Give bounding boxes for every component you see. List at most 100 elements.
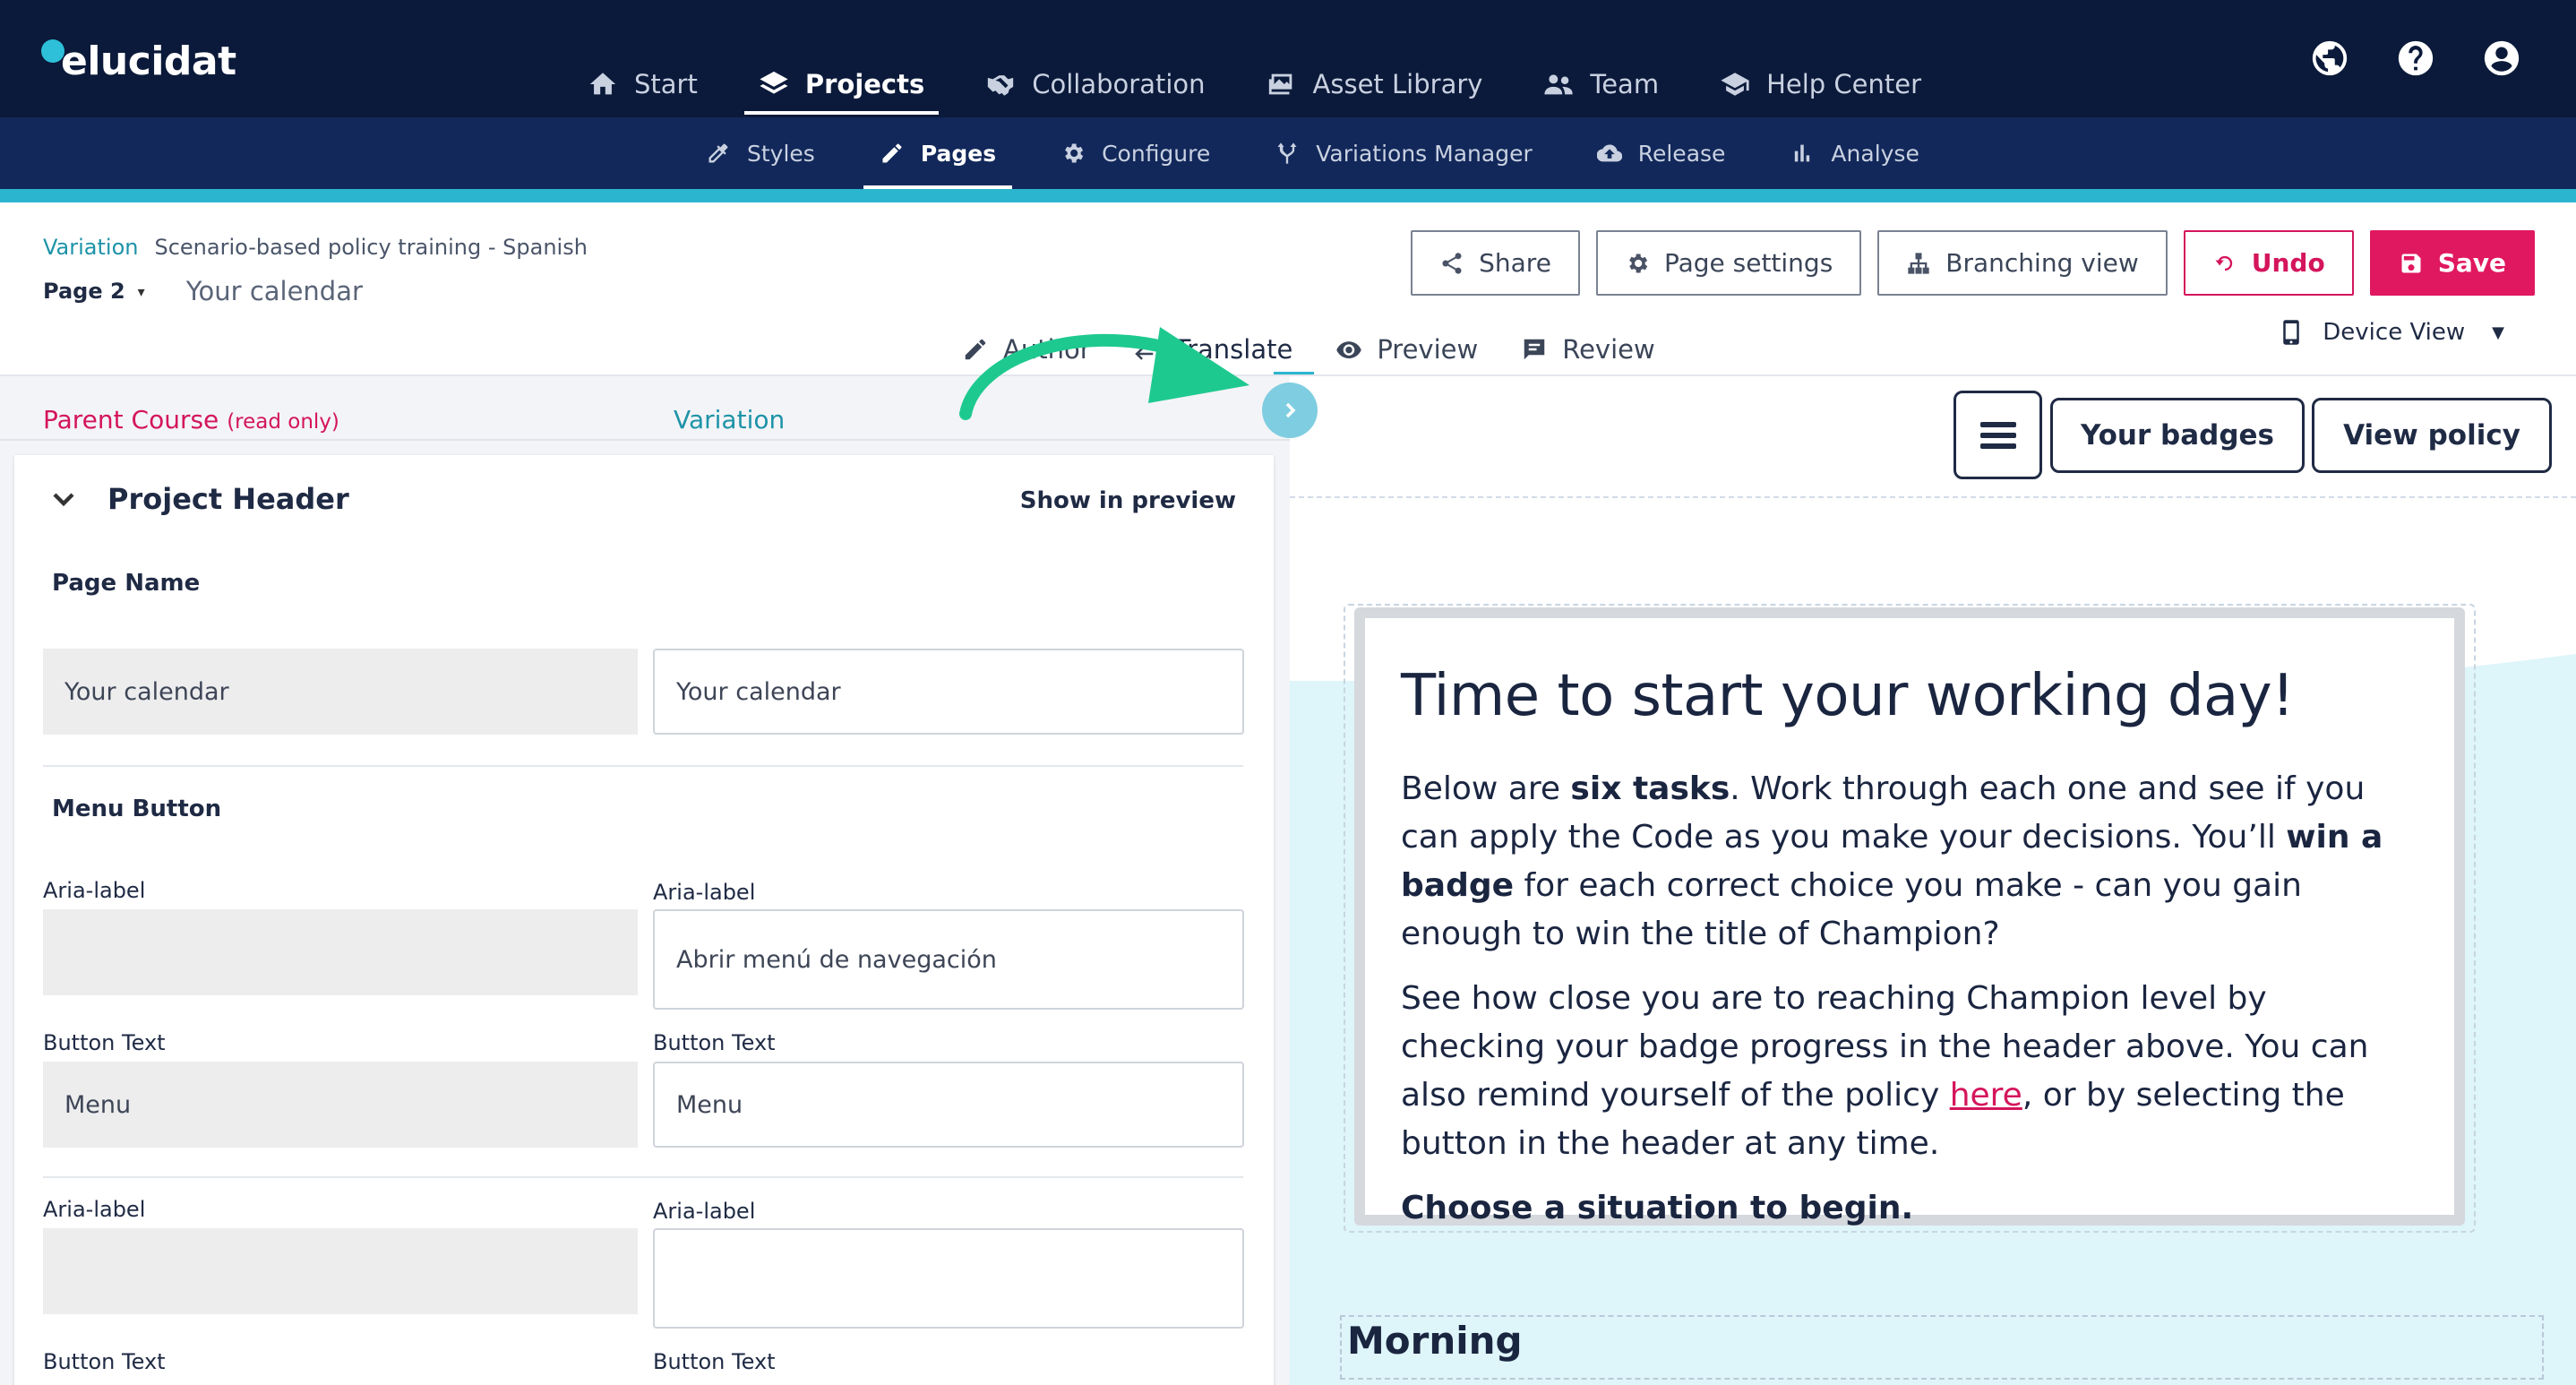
device-view-select[interactable]: Device View ▼: [2280, 319, 2504, 346]
course-name: Scenario-based policy training - Spanish: [154, 235, 588, 260]
save-button[interactable]: Save: [2369, 230, 2535, 296]
button-text-label: Button Text: [653, 1030, 776, 1055]
nav-collaboration[interactable]: Collaboration: [971, 54, 1219, 115]
cloud-upload-icon: [1596, 144, 1622, 162]
morning-heading: Morning: [1347, 1319, 1523, 1363]
collapse-pane-button[interactable]: [1262, 383, 1318, 438]
intro-card: Time to start your working day! Below ar…: [1354, 607, 2465, 1226]
graduation-cap-icon: [1721, 73, 1749, 96]
project-header-panel: Project Header Show in preview Page Name…: [14, 455, 1274, 1385]
menu-button-title: Menu Button: [52, 796, 222, 822]
show-in-preview-toggle[interactable]: Show in preview: [1020, 487, 1236, 514]
images-icon: [1268, 73, 1292, 95]
share-icon: [1442, 252, 1462, 274]
caret-down-icon: ▼: [2492, 323, 2504, 342]
project-header-toggle[interactable]: Project Header: [50, 482, 349, 516]
branching-view-button[interactable]: Branching view: [1877, 230, 2168, 296]
page-selector-label: Page 2: [43, 279, 125, 304]
gear-icon: [1629, 254, 1648, 272]
intro-paragraph-1: Below are six tasks. Work through each o…: [1401, 765, 2418, 959]
page-name-title: Page Name: [52, 570, 201, 597]
text-bold: six tasks: [1570, 770, 1730, 807]
eyedropper-icon: [708, 143, 728, 163]
tab-review-label: Review: [1562, 334, 1655, 365]
page-settings-button[interactable]: Page settings: [1595, 230, 1862, 296]
subnav-styles-label: Styles: [747, 140, 815, 167]
home-icon: [589, 73, 616, 95]
nav-asset-library[interactable]: Asset Library: [1252, 54, 1498, 115]
aria-label-label: Aria-label: [653, 1199, 756, 1224]
nav-projects-label: Projects: [804, 69, 925, 99]
preview-pane: Your badges View policy Time to start yo…: [1290, 376, 2576, 1385]
main-nav: Start Projects Collaboration Asset Libra…: [573, 54, 1968, 115]
undo-icon: [2215, 255, 2232, 271]
your-badges-button[interactable]: Your badges: [2050, 398, 2305, 473]
nav-projects[interactable]: Projects: [743, 54, 940, 115]
branching-view-label: Branching view: [1945, 248, 2139, 278]
nav-help-center[interactable]: Help Center: [1705, 54, 1936, 115]
variation-column-label: Variation: [674, 405, 786, 434]
page-name-input[interactable]: Your calendar: [653, 649, 1244, 735]
chevron-down-icon: [53, 493, 74, 507]
aria-label-readonly: [43, 1228, 638, 1314]
subnav-variations-manager[interactable]: Variations Manager: [1258, 117, 1548, 189]
gear-icon: [1065, 143, 1084, 163]
aria-label-input[interactable]: [653, 1228, 1244, 1329]
page-selector[interactable]: Page 2 ▾: [43, 279, 145, 304]
save-label: Save: [2437, 248, 2506, 278]
subnav-configure-label: Configure: [1102, 140, 1211, 167]
panel-title: Project Header: [107, 482, 349, 516]
subnav-pages-label: Pages: [920, 140, 997, 167]
text-bold: Choose a situation to begin.: [1401, 1190, 1914, 1226]
globe-icon: [2312, 40, 2348, 76]
undo-button[interactable]: Undo: [2183, 230, 2354, 296]
translate-editor-pane: Parent Course (read only) Variation Proj…: [0, 376, 1290, 1385]
aria-label-label: Aria-label: [43, 878, 146, 903]
subnav-analyse[interactable]: Analyse: [1773, 117, 1935, 189]
nav-asset-library-label: Asset Library: [1312, 69, 1483, 99]
people-icon: [1544, 74, 1574, 95]
nav-collaboration-label: Collaboration: [1032, 69, 1206, 99]
subnav-pages[interactable]: Pages: [863, 117, 1013, 189]
tab-preview[interactable]: Preview: [1332, 323, 1481, 376]
tab-review[interactable]: Review: [1517, 323, 1658, 376]
text-run: Below are: [1401, 770, 1571, 807]
elucidat-logo[interactable]: elucidat: [41, 34, 236, 88]
preview-menu-button[interactable]: [1953, 391, 2042, 479]
intro-heading: Time to start your working day!: [1401, 663, 2295, 729]
user-account-icon: [2484, 40, 2520, 76]
view-policy-button[interactable]: View policy: [2312, 398, 2552, 473]
account-button[interactable]: [2481, 38, 2522, 79]
page-title: Your calendar: [185, 276, 363, 306]
bar-chart-icon: [1795, 144, 1810, 162]
aria-label-input[interactable]: Abrir menú de navegación: [653, 909, 1244, 1010]
button-text-label: Button Text: [43, 1349, 166, 1374]
comment-icon: [1524, 339, 1545, 360]
eye-icon: [1336, 341, 1362, 358]
policy-link[interactable]: here: [1950, 1077, 2022, 1114]
handshake-icon: [988, 75, 1014, 96]
nav-team[interactable]: Team: [1529, 54, 1673, 115]
breadcrumb: Variation Scenario-based policy training…: [43, 235, 588, 306]
nav-team-label: Team: [1590, 69, 1660, 99]
parent-course-label: Parent Course (read only): [43, 405, 339, 434]
help-icon: [2398, 40, 2434, 76]
subnav-styles[interactable]: Styles: [690, 117, 831, 189]
button-text-input[interactable]: Menu: [653, 1062, 1244, 1148]
button-text-label: Button Text: [653, 1349, 776, 1374]
preview-course-header: Your badges View policy: [1290, 376, 2576, 498]
read-only-note: (read only): [227, 410, 339, 434]
language-button[interactable]: [2309, 38, 2350, 79]
subnav-configure[interactable]: Configure: [1044, 117, 1226, 189]
help-button[interactable]: [2395, 38, 2436, 79]
aria-label-label: Aria-label: [653, 880, 756, 905]
chevron-right-icon: [1285, 402, 1296, 418]
top-navigation-bar: elucidat Start Projects Collaboration As…: [0, 0, 2576, 117]
share-button[interactable]: Share: [1411, 230, 1580, 296]
subnav-release[interactable]: Release: [1581, 117, 1742, 189]
accent-strip: [0, 189, 2576, 202]
text-run: for each correct choice you make - can y…: [1401, 867, 2302, 952]
variation-label: Variation: [43, 235, 139, 260]
intro-paragraph-2: See how close you are to reaching Champi…: [1401, 975, 2418, 1168]
nav-start[interactable]: Start: [573, 54, 712, 115]
